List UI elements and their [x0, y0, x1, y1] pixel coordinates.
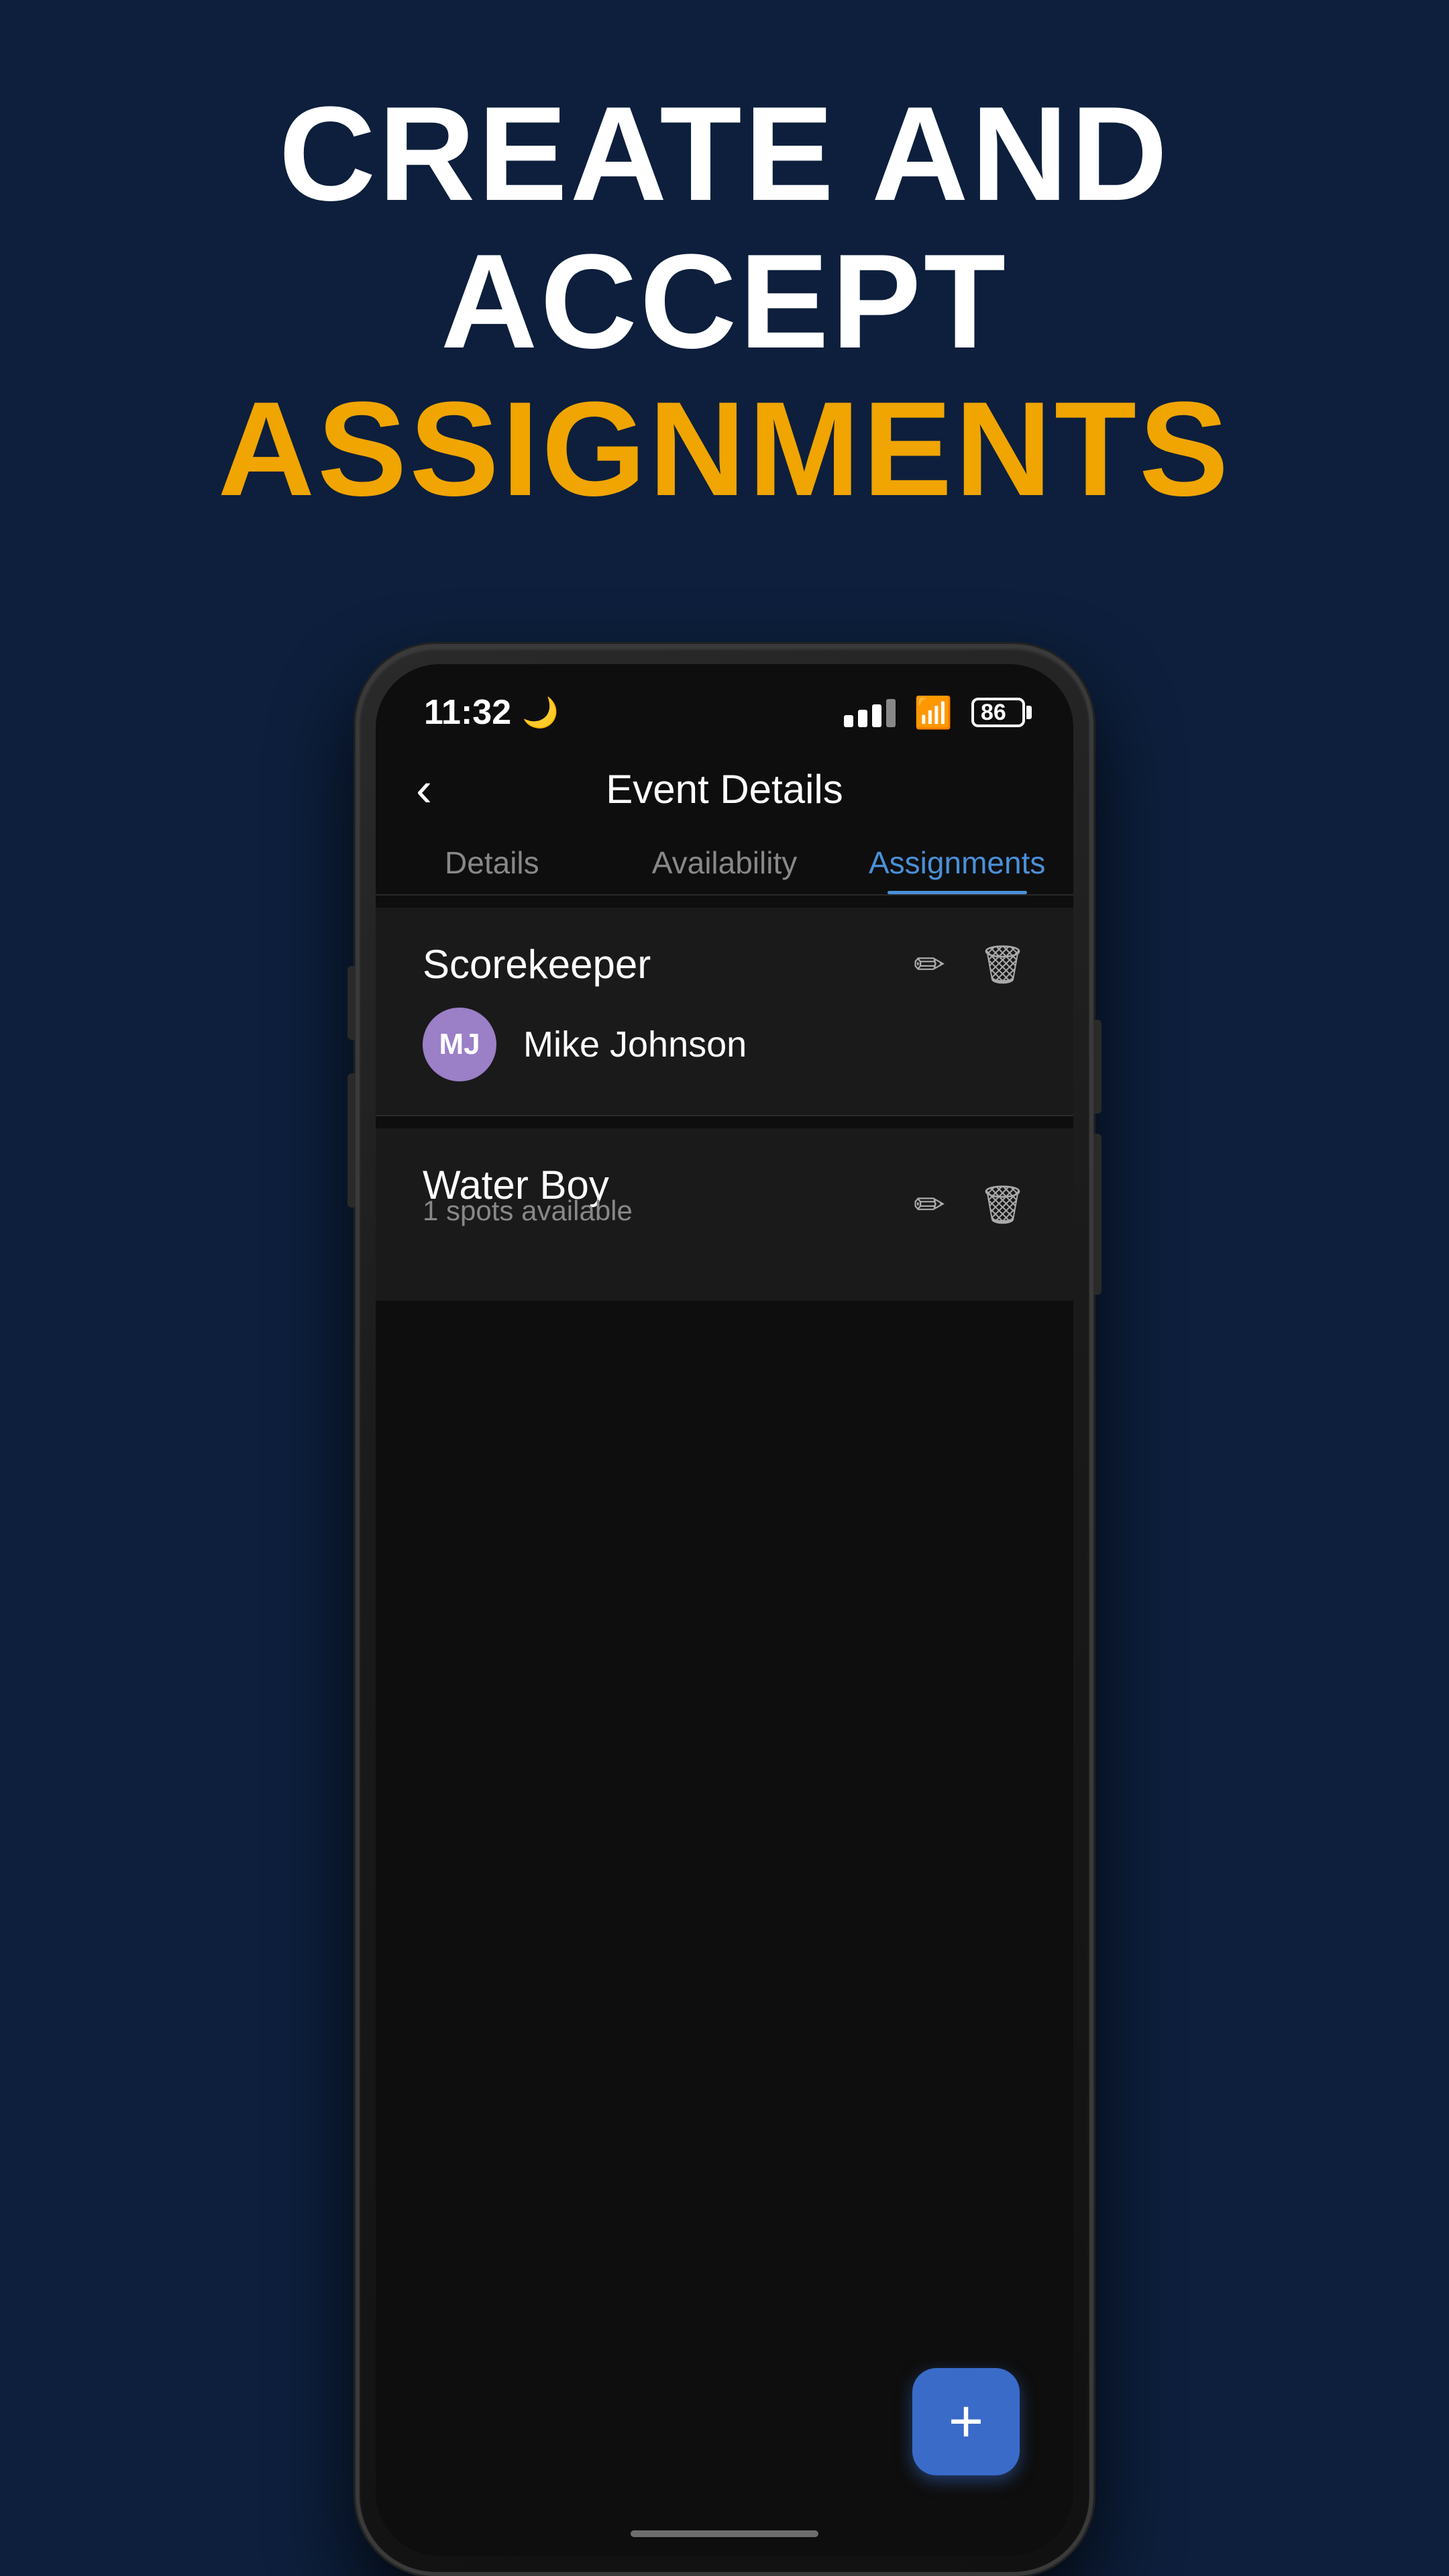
assignment-subtitle-waterboy: 1 spots available — [423, 1195, 633, 1227]
fab-plus-icon: + — [949, 2392, 984, 2452]
status-bar: 11:32 🌙 📶 86 — [376, 664, 1073, 746]
signal-bar-4 — [886, 699, 896, 727]
wifi-icon: 📶 — [914, 694, 953, 731]
tab-assignments[interactable]: Assignments — [841, 826, 1073, 894]
assignment-actions-waterboy: ✏ 🗑 — [914, 1183, 1026, 1227]
moon-icon: 🌙 — [522, 695, 559, 730]
power-button — [1093, 1020, 1102, 1114]
card-divider-1 — [376, 1115, 1073, 1116]
app-header: ‹ Event Details — [376, 746, 1073, 826]
signal-bar-1 — [844, 715, 853, 727]
volume-up-button — [1093, 1134, 1102, 1295]
delete-waterboy-button[interactable]: 🗑 — [979, 1183, 1026, 1227]
clock-time: 11:32 — [424, 692, 511, 733]
battery-level: 86 — [981, 700, 1006, 726]
tab-availability[interactable]: Availability — [608, 826, 841, 894]
person-row-mike: MJ Mike Johnson — [423, 1008, 1026, 1081]
person-name-mike: Mike Johnson — [523, 1024, 747, 1065]
assignment-title-scorekeeper: Scorekeeper — [423, 941, 651, 987]
signal-bar-3 — [872, 704, 881, 727]
status-time-group: 11:32 🌙 — [424, 692, 559, 733]
assignment-actions-scorekeeper: ✏ 🗑 — [914, 943, 1026, 987]
status-right-group: 📶 86 — [844, 694, 1025, 731]
back-button[interactable]: ‹ — [416, 762, 432, 817]
volume-down-button — [347, 1073, 356, 1208]
assignment-card-scorekeeper: Scorekeeper ✏ 🗑 MJ Mike Johnson — [376, 908, 1073, 1115]
avatar-mike: MJ — [423, 1008, 496, 1081]
hero-line2: ASSIGNMENTS — [0, 376, 1449, 523]
home-indicator — [631, 2530, 818, 2537]
tab-details[interactable]: Details — [376, 826, 608, 894]
fab-add-button[interactable]: + — [912, 2368, 1020, 2475]
hero-section: CREATE AND ACCEPT ASSIGNMENTS — [0, 80, 1449, 523]
delete-scorekeeper-button[interactable]: 🗑 — [979, 943, 1026, 987]
edit-waterboy-button[interactable]: ✏ — [914, 1183, 945, 1227]
edit-scorekeeper-button[interactable]: ✏ — [914, 943, 945, 987]
phone-wrapper: 11:32 🌙 📶 86 — [356, 644, 1093, 2576]
battery-indicator: 86 — [971, 698, 1025, 727]
hero-line1: CREATE AND ACCEPT — [0, 80, 1449, 376]
signal-icon — [844, 698, 896, 727]
phone-screen: 11:32 🌙 📶 86 — [376, 664, 1073, 2556]
assignment-card-waterboy: Water Boy 1 spots available ✏ 🗑 — [376, 1128, 1073, 1301]
page-title: Event Details — [606, 766, 843, 812]
tab-bar: Details Availability Assignments — [376, 826, 1073, 896]
signal-bar-2 — [858, 710, 867, 727]
assignment-header-waterboy: Water Boy 1 spots available ✏ 🗑 — [423, 1162, 1026, 1247]
content-area: Scorekeeper ✏ 🗑 MJ Mike Johnson — [376, 896, 1073, 2556]
assignment-header: Scorekeeper ✏ 🗑 — [423, 941, 1026, 987]
mute-button — [347, 966, 356, 1040]
